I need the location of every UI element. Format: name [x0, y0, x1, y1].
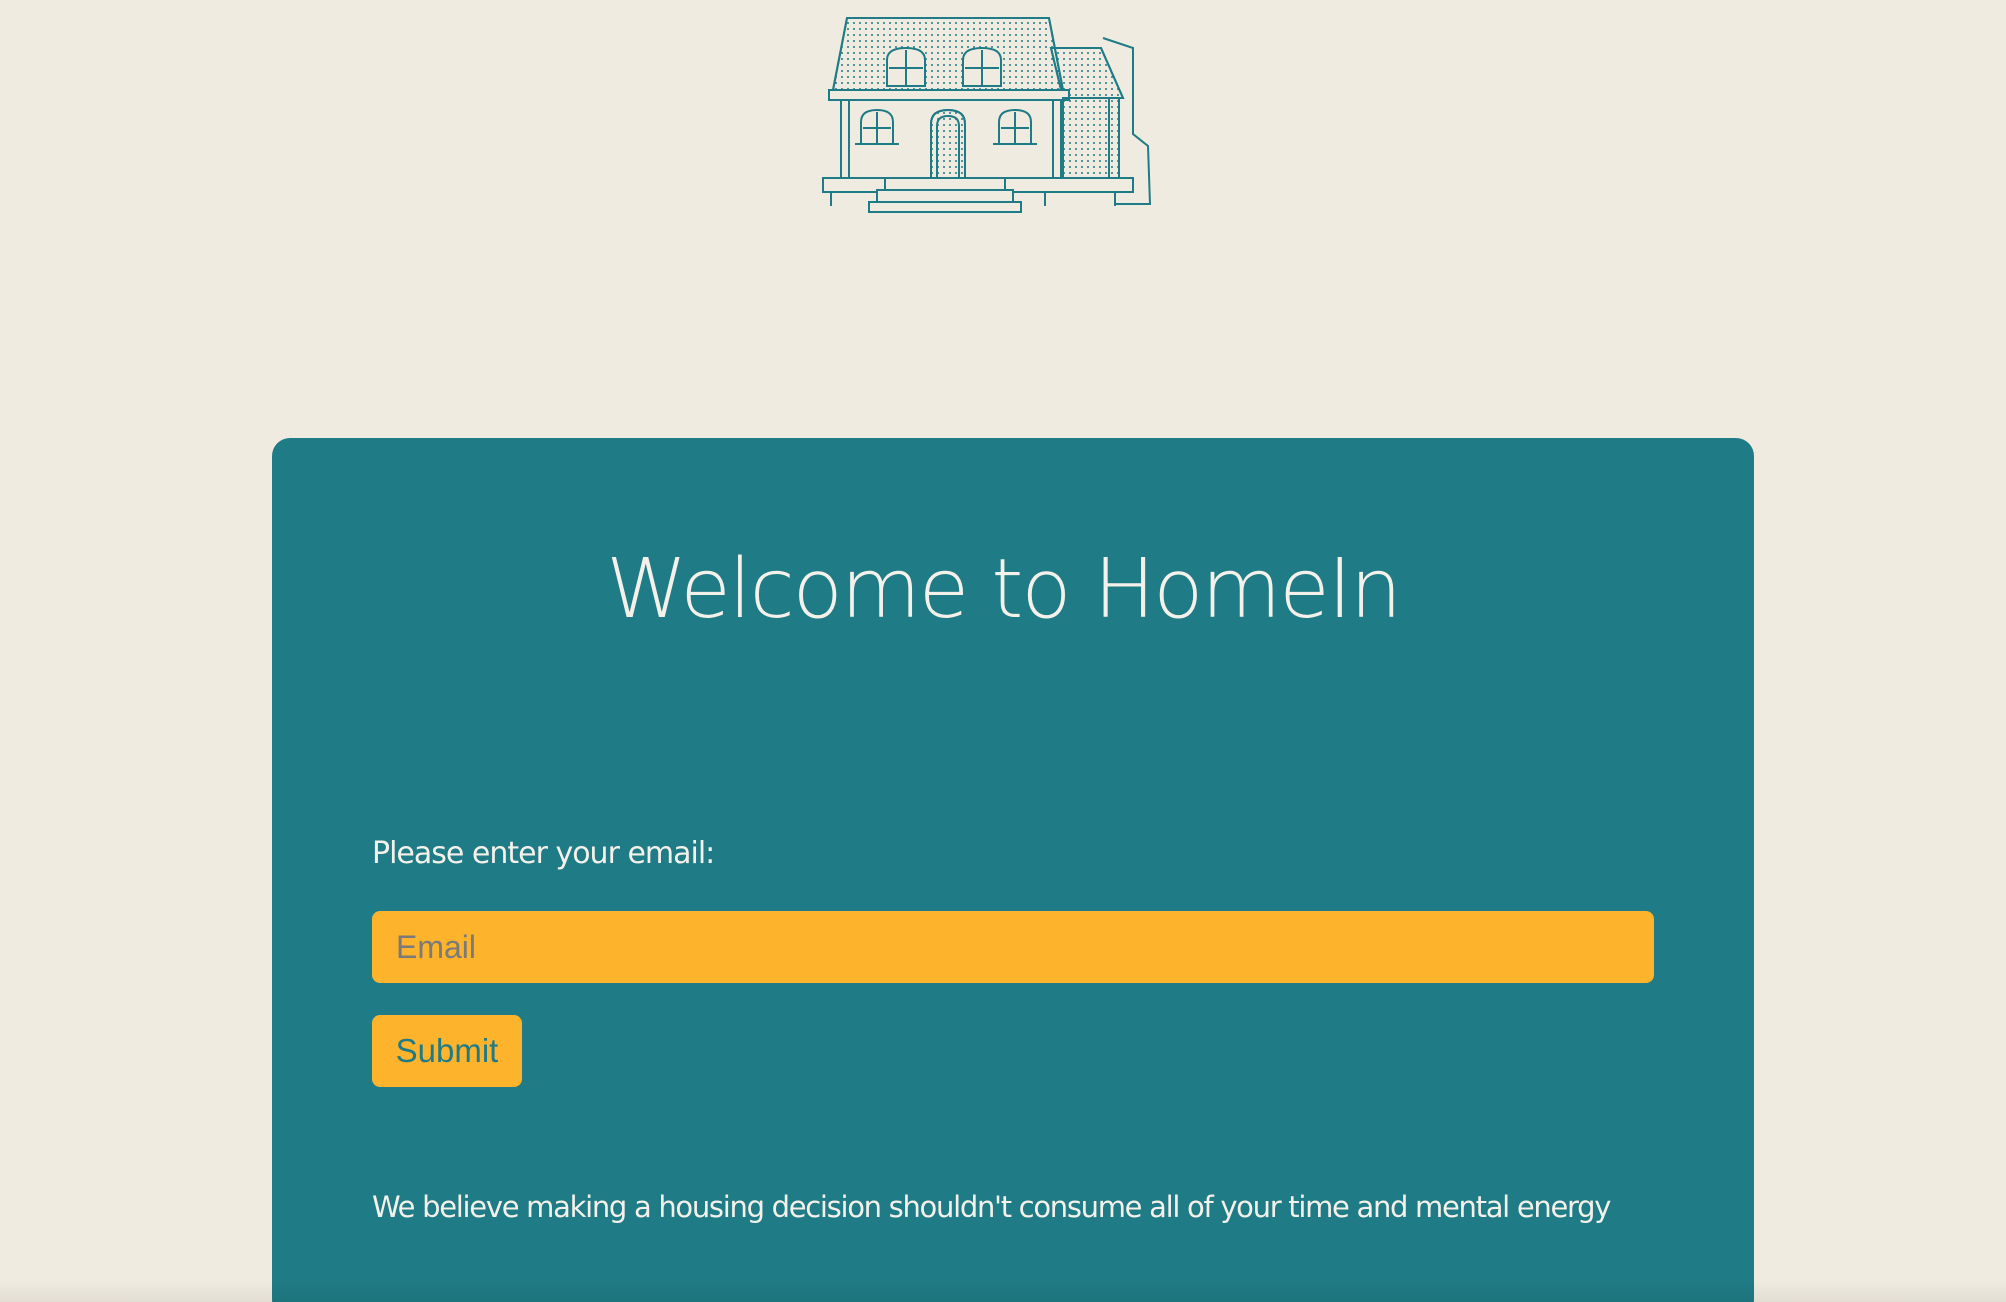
submit-button[interactable]: Submit: [372, 1015, 522, 1087]
landing-page: Welcome to HomeIn Please enter your emai…: [0, 0, 2006, 1302]
tagline-text: We believe making a housing decision sho…: [372, 1190, 1611, 1224]
email-label: Please enter your email:: [372, 836, 715, 871]
house-logo: [815, 14, 1180, 214]
page-title: Welcome to HomeIn: [606, 542, 1402, 637]
email-input[interactable]: [372, 911, 1654, 983]
house-illustration-icon: [822, 17, 1152, 213]
